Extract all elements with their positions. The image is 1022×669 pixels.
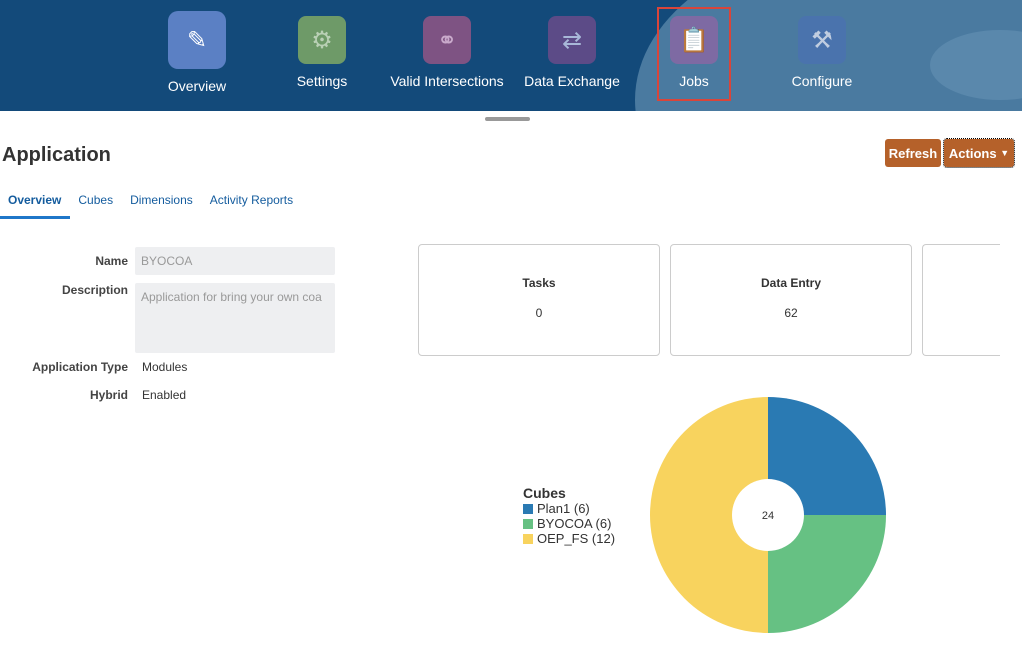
exchange-arrows-icon: ⇄ — [548, 16, 596, 64]
name-label: Name — [95, 254, 128, 268]
card-value: 62 — [784, 306, 798, 320]
nav-data-exchange[interactable]: ⇄ Data Exchange — [512, 10, 632, 89]
caret-down-icon: ▼ — [1000, 148, 1010, 158]
tab-bar: Overview Cubes Dimensions Activity Repor… — [0, 193, 302, 219]
description-label: Description — [61, 283, 128, 297]
legend-label: Plan1 (6) — [537, 501, 590, 516]
tasks-card[interactable]: Tasks 0 — [418, 244, 660, 356]
hybrid-value: Enabled — [142, 388, 187, 402]
chart-legend: Cubes Plan1 (6) BYOCOA (6) OEP_FS (12) — [523, 485, 615, 546]
nav-overview[interactable]: ✎ Overview — [137, 10, 257, 94]
card-value: 0 — [535, 306, 543, 320]
tab-overview[interactable]: Overview — [0, 193, 71, 219]
description-field[interactable]: Application for bring your own coa — [135, 283, 335, 353]
intersections-icon: ⚭ — [423, 16, 471, 64]
refresh-button[interactable]: Refresh — [885, 139, 941, 167]
nav-valid-intersections[interactable]: ⚭ Valid Intersections — [387, 10, 507, 89]
application-type-value: Modules — [142, 360, 188, 374]
collapse-handle[interactable] — [485, 117, 530, 121]
clipboard-icon: 📋 — [670, 16, 718, 64]
nav-jobs[interactable]: 📋 Jobs — [657, 7, 731, 101]
legend-swatch — [523, 533, 533, 544]
hybrid-label: Hybrid — [89, 388, 128, 402]
tab-dimensions[interactable]: Dimensions — [122, 193, 202, 219]
legend-item[interactable]: BYOCOA (6) — [523, 516, 615, 531]
gears-icon: ⚙ — [298, 16, 346, 64]
data-entry-card[interactable]: Data Entry 62 — [670, 244, 912, 356]
tools-icon: ⚒ — [798, 16, 846, 64]
actions-label: Actions — [948, 145, 997, 161]
nav-settings[interactable]: ⚙ Settings — [262, 10, 382, 89]
page-title: Application — [2, 144, 111, 166]
card-title: Tasks — [522, 276, 556, 290]
nav-configure[interactable]: ⚒ Configure — [762, 10, 882, 89]
legend-title: Cubes — [523, 485, 566, 501]
legend-item[interactable]: Plan1 (6) — [523, 501, 615, 516]
actions-button[interactable]: Actions ▼ — [943, 138, 1015, 168]
tab-activity-reports[interactable]: Activity Reports — [202, 193, 302, 219]
top-navigation-banner: ✎ Overview ⚙ Settings ⚭ Valid Intersecti… — [0, 0, 1022, 111]
legend-swatch — [523, 503, 533, 514]
overview-icon: ✎ — [168, 11, 226, 69]
name-field[interactable]: BYOCOA — [135, 247, 335, 275]
card-title: Data Entry — [760, 276, 822, 290]
application-type-label: Application Type — [32, 360, 128, 374]
tab-cubes[interactable]: Cubes — [70, 193, 122, 219]
legend-swatch — [523, 518, 533, 529]
legend-label: BYOCOA (6) — [537, 516, 612, 531]
cubes-pie-chart: 24 — [650, 397, 886, 633]
pie-center-total: 24 — [762, 510, 774, 522]
legend-label: OEP_FS (12) — [537, 531, 616, 546]
legend-item[interactable]: OEP_FS (12) — [523, 531, 615, 546]
